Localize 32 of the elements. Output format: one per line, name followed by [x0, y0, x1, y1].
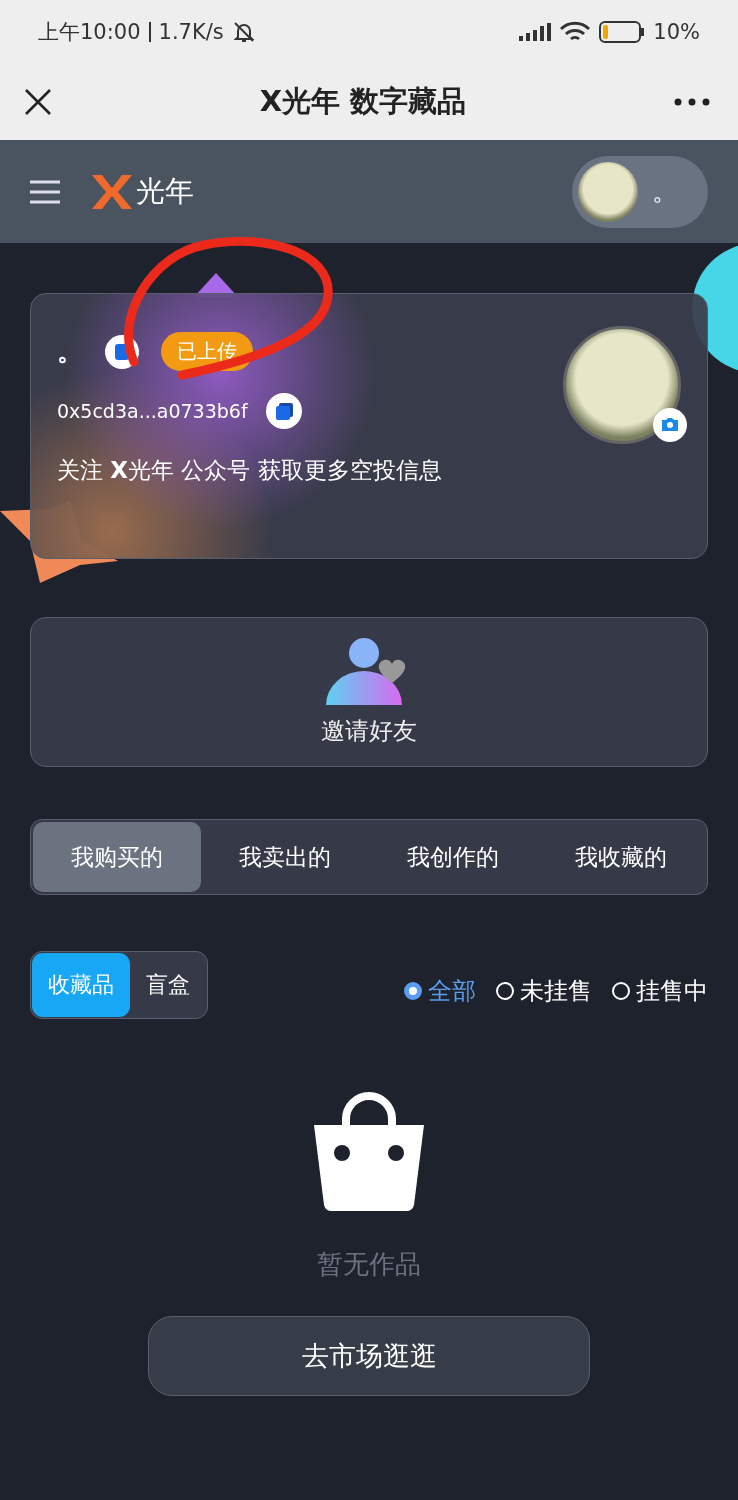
page-title: X光年 数字藏品 [259, 83, 467, 120]
status-time: 上午10:00 [38, 19, 141, 46]
user-name: 。 [57, 335, 83, 368]
tab[interactable]: 我购买的 [33, 822, 201, 892]
battery-icon [599, 21, 646, 43]
more-icon[interactable] [674, 98, 710, 106]
copy-icon[interactable] [265, 393, 302, 429]
signal-icon [519, 23, 552, 41]
tab[interactable]: 我收藏的 [537, 822, 705, 892]
tab[interactable]: 我创作的 [369, 822, 537, 892]
type-tab[interactable]: 盲盒 [130, 953, 206, 1017]
empty-message: 暂无作品 [317, 1248, 421, 1281]
wifi-icon [559, 21, 592, 43]
battery-percent: 10% [653, 20, 700, 44]
filter-radio[interactable]: 未挂售 [496, 975, 592, 1007]
follow-notice: 关注 X光年 公众号 获取更多空投信息 [57, 456, 442, 485]
network-speed: 1.7K/s [158, 20, 224, 44]
copy-icon[interactable] [105, 334, 139, 369]
tab[interactable]: 我卖出的 [201, 822, 369, 892]
filter-radio[interactable]: 挂售中 [612, 975, 708, 1007]
camera-icon[interactable] [653, 408, 687, 442]
user-pill[interactable]: 。 [572, 155, 708, 228]
status-separator [148, 22, 151, 42]
logo-text: 光年 [136, 172, 194, 210]
invite-friends-button[interactable]: 邀请好友 [30, 617, 708, 767]
close-icon[interactable] [24, 88, 52, 116]
go-market-button[interactable]: 去市场逛逛 [148, 1316, 590, 1396]
filter-radio[interactable]: 全部 [404, 975, 476, 1007]
wallet-address: 0x5cd3a...a0733b6f [57, 400, 248, 422]
bell-muted-icon [231, 20, 256, 44]
menu-icon[interactable] [30, 179, 60, 204]
avatar-placeholder [578, 161, 638, 222]
